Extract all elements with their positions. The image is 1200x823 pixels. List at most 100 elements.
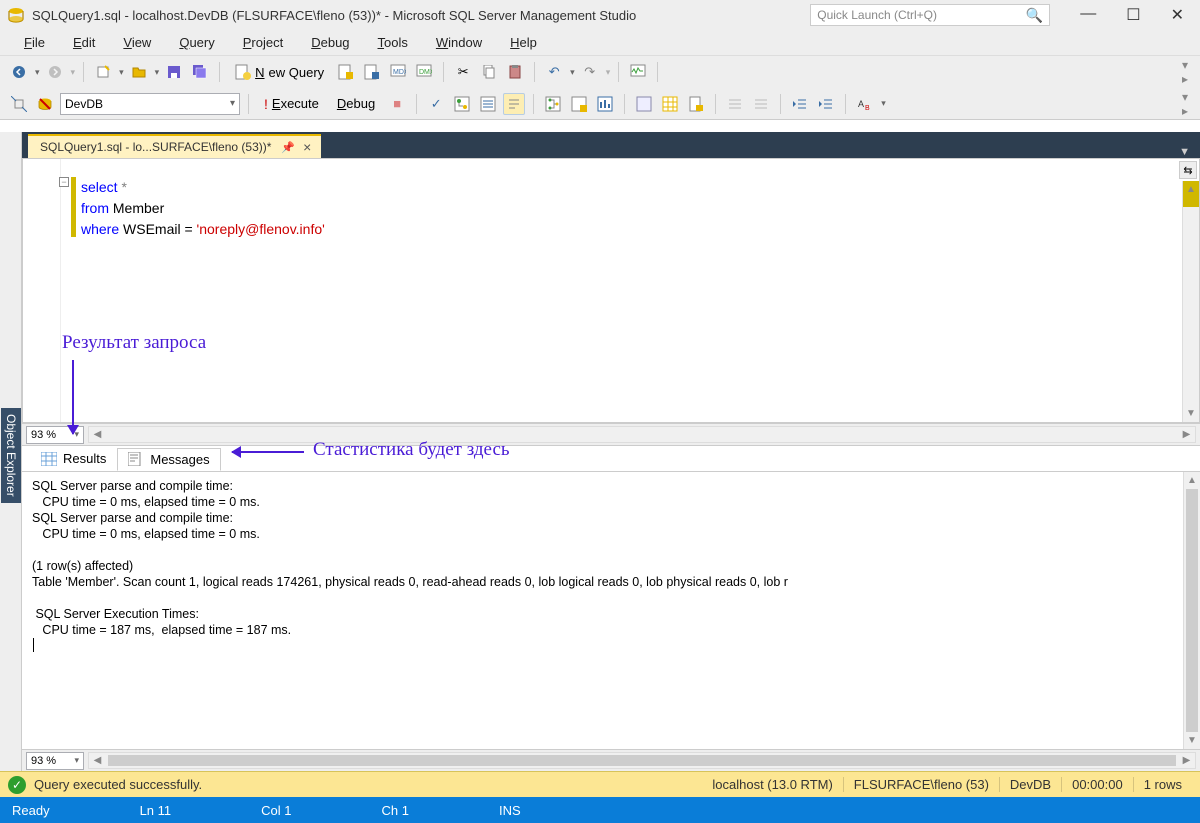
main-area: Object Explorer SQLQuery1.sql - lo...SUR… [0, 132, 1200, 771]
comment-icon[interactable] [724, 93, 746, 115]
menu-window[interactable]: Window [422, 35, 496, 50]
minimize-button[interactable]: — [1080, 5, 1096, 25]
include-client-stats-icon[interactable] [594, 93, 616, 115]
db-engine-query-icon[interactable] [335, 61, 357, 83]
tab-overflow-dropdown[interactable]: ▼ [1169, 146, 1200, 158]
debug-label: Debug [337, 96, 375, 111]
query-options-icon[interactable] [477, 93, 499, 115]
close-tab-icon[interactable]: × [303, 139, 311, 155]
quick-launch-placeholder: Quick Launch (Ctrl+Q) [817, 8, 937, 22]
disconnect-icon[interactable] [34, 93, 56, 115]
copy-button[interactable] [478, 61, 500, 83]
cut-button[interactable]: ✂ [452, 61, 474, 83]
menu-help[interactable]: Help [496, 35, 551, 50]
undo-button[interactable]: ↶ [543, 61, 565, 83]
new-query-button[interactable]: New Query [228, 61, 331, 83]
svg-text:MDX: MDX [393, 69, 406, 76]
toolbar-overflow[interactable]: ▾▸ [1178, 58, 1192, 86]
menu-edit[interactable]: Edit [59, 35, 109, 50]
results-tab[interactable]: Results [30, 447, 117, 470]
open-button[interactable] [128, 61, 150, 83]
database-combo[interactable]: DevDB ▾ [60, 93, 240, 115]
results-panel: Results Messages SQL Server parse and co… [22, 445, 1200, 771]
cancel-query-icon[interactable]: ■ [386, 93, 408, 115]
status-col: Col 1 [261, 803, 381, 818]
query-status-message: Query executed successfully. [34, 777, 202, 792]
menu-project[interactable]: Project [229, 35, 297, 50]
svg-text:B: B [865, 105, 870, 112]
object-explorer-tab[interactable]: Object Explorer [0, 132, 22, 771]
nav-forward-button[interactable] [44, 61, 66, 83]
editor-content[interactable]: select * from Member where WSEmail = 'no… [61, 159, 1199, 422]
messages-hscrollbar[interactable]: ◀▶ [88, 752, 1196, 769]
messages-vscrollbar[interactable]: ▲ ▼ [1183, 472, 1200, 749]
messages-output[interactable]: SQL Server parse and compile time: CPU t… [22, 472, 1200, 749]
titlebar: SQLQuery1.sql - localhost.DevDB (FLSURFA… [0, 0, 1200, 30]
nav-back-dropdown[interactable]: ▾ [35, 67, 40, 78]
document-area: SQLQuery1.sql - lo...SURFACE\fleno (53))… [22, 132, 1200, 771]
results-to-text-icon[interactable] [633, 93, 655, 115]
object-explorer-label: Object Explorer [1, 408, 21, 503]
save-all-button[interactable] [189, 61, 211, 83]
annotation-arrow-down [72, 360, 74, 434]
document-tab-label: SQLQuery1.sql - lo...SURFACE\fleno (53))… [40, 140, 271, 154]
mdx-query-icon[interactable]: MDX [387, 61, 409, 83]
include-live-stats-icon[interactable] [568, 93, 590, 115]
editor-zoom-row: 93 %▾ ◀▶ [22, 423, 1200, 445]
menu-view[interactable]: View [109, 35, 165, 50]
status-user: FLSURFACE\fleno (53) [843, 777, 999, 792]
app-icon [6, 5, 26, 25]
execute-button[interactable]: ! Execute [257, 93, 326, 115]
paste-button[interactable] [504, 61, 526, 83]
messages-zoom-combo[interactable]: 93 %▾ [26, 752, 84, 770]
quick-launch-input[interactable]: Quick Launch (Ctrl+Q) 🔍 [810, 4, 1050, 26]
activity-monitor-icon[interactable] [627, 61, 649, 83]
messages-zoom-row: 93 %▾ ◀▶ [22, 749, 1200, 771]
redo-button[interactable]: ↷ [579, 61, 601, 83]
dmx-query-icon[interactable]: DMX [413, 61, 435, 83]
status-line: Ln 11 [140, 803, 262, 818]
increase-indent-icon[interactable] [815, 93, 837, 115]
debug-button[interactable]: Debug [330, 93, 382, 115]
results-to-file-icon[interactable] [685, 93, 707, 115]
menu-query[interactable]: Query [165, 35, 228, 50]
messages-tab[interactable]: Messages [117, 448, 220, 471]
sql-editor[interactable]: ⇆ ▲ ▼ − select * from Member where WSEma… [22, 158, 1200, 423]
nav-back-button[interactable] [8, 61, 30, 83]
menu-tools[interactable]: Tools [364, 35, 422, 50]
editor-hscrollbar[interactable]: ◀▶ [88, 426, 1196, 443]
menu-debug[interactable]: Debug [297, 35, 363, 50]
menu-file[interactable]: File [10, 35, 59, 50]
maximize-button[interactable]: ☐ [1126, 5, 1140, 25]
save-button[interactable] [163, 61, 185, 83]
status-db: DevDB [999, 777, 1061, 792]
database-combo-value: DevDB [65, 97, 103, 111]
specify-values-icon[interactable]: AB [854, 93, 876, 115]
close-button[interactable]: ✕ [1171, 5, 1184, 25]
nav-forward-dropdown[interactable]: ▾ [71, 67, 76, 78]
change-connection-icon[interactable] [8, 93, 30, 115]
document-tab-active[interactable]: SQLQuery1.sql - lo...SURFACE\fleno (53))… [28, 134, 321, 158]
messages-icon [128, 452, 144, 466]
annotation-arrow-left [232, 451, 304, 453]
document-tabs: SQLQuery1.sql - lo...SURFACE\fleno (53))… [22, 132, 1200, 158]
intellisense-icon[interactable] [503, 93, 525, 115]
execute-icon: ! [264, 96, 268, 112]
pin-icon[interactable]: 📌 [281, 141, 295, 154]
decrease-indent-icon[interactable] [789, 93, 811, 115]
menubar: File Edit View Query Project Debug Tools… [0, 30, 1200, 56]
toolbar-overflow-2[interactable]: ▾▸ [1178, 90, 1192, 118]
parse-icon[interactable]: ✓ [425, 93, 447, 115]
success-icon: ✓ [8, 776, 26, 794]
status-rows: 1 rows [1133, 777, 1192, 792]
svg-text:A: A [858, 99, 864, 109]
analysis-query-icon[interactable] [361, 61, 383, 83]
results-to-grid-icon[interactable] [659, 93, 681, 115]
uncomment-icon[interactable] [750, 93, 772, 115]
window-title: SQLQuery1.sql - localhost.DevDB (FLSURFA… [32, 8, 636, 23]
window-controls: — ☐ ✕ [1080, 5, 1194, 25]
editor-gutter [23, 159, 61, 422]
estimated-plan-icon[interactable] [451, 93, 473, 115]
new-item-button[interactable] [92, 61, 114, 83]
include-plan-icon[interactable] [542, 93, 564, 115]
